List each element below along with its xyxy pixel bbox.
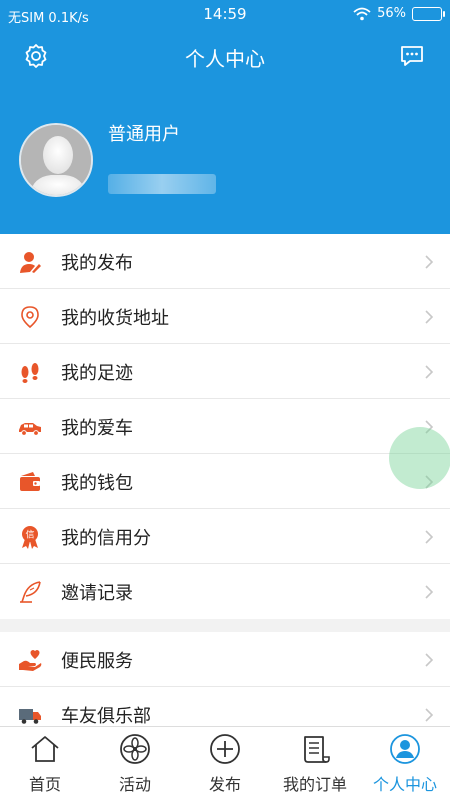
blurred-user-id (108, 174, 216, 194)
menu-item-label: 便民服务 (61, 651, 133, 672)
title-bar: 个人中心 (0, 36, 450, 76)
location-pin-icon (21, 306, 39, 329)
menu-item-label: 我的爱车 (61, 418, 133, 439)
status-right: 56% (353, 6, 445, 21)
credit-badge-char: 信 (25, 529, 34, 541)
credit-badge-icon: 信 (22, 526, 38, 549)
hand-heart-icon (19, 650, 42, 671)
menu-item-shipping-address[interactable]: 我的收货地址 (0, 289, 450, 344)
tab-label: 活动 (118, 775, 151, 794)
battery-percent: 56% (377, 6, 406, 21)
menu-item-convenience-services[interactable]: 便民服务 (0, 632, 450, 687)
wifi-icon (353, 7, 371, 20)
menu-item-label: 我的发布 (61, 253, 133, 274)
tab-publish[interactable]: 发布 (180, 727, 270, 800)
tab-label: 个人中心 (372, 775, 437, 794)
home-icon (31, 736, 59, 762)
avatar[interactable] (19, 123, 93, 197)
menu-item-invite-records[interactable]: 邀请记录 (0, 564, 450, 619)
tab-activities[interactable]: 活动 (90, 727, 180, 800)
truck-icon (19, 709, 41, 724)
user-edit-icon (20, 252, 41, 273)
tab-profile[interactable]: 个人中心 (360, 727, 450, 800)
order-receipt-icon (304, 736, 330, 763)
car-icon (19, 423, 41, 436)
bottom-tab-bar: 首页 活动 发布 我的订单 个人中心 (0, 726, 450, 800)
profile-card[interactable]: 普通用户 (0, 110, 450, 220)
chevron-right-icon (425, 530, 434, 544)
chevron-right-icon (425, 310, 434, 324)
tab-my-orders[interactable]: 我的订单 (270, 727, 360, 800)
menu-list-primary: 我的发布 我的收货地址 我的足迹 我的爱车 我的钱包 信 我的信用分 邀请记录 (0, 234, 450, 619)
tab-home[interactable]: 首页 (0, 727, 90, 800)
message-icon[interactable] (398, 42, 426, 70)
chevron-right-icon (425, 255, 434, 269)
chevron-right-icon (425, 708, 434, 722)
status-bar: 无SIM 0.1K/s 14:59 56% (0, 0, 450, 30)
touch-indicator (389, 427, 450, 489)
menu-item-my-posts[interactable]: 我的发布 (0, 234, 450, 289)
battery-icon (412, 6, 445, 21)
username: 普通用户 (108, 124, 180, 145)
menu-item-credit-score[interactable]: 信 我的信用分 (0, 509, 450, 564)
menu-item-my-car[interactable]: 我的爱车 (0, 399, 450, 454)
menu-item-label: 我的钱包 (61, 473, 133, 494)
person-circle-icon (390, 734, 420, 764)
menu-item-wallet[interactable]: 我的钱包 (0, 454, 450, 509)
tab-label: 首页 (28, 775, 61, 794)
default-avatar-icon (21, 125, 91, 195)
menu-item-label: 我的信用分 (61, 528, 151, 549)
page-title: 个人中心 (185, 47, 265, 71)
tab-label: 我的订单 (282, 775, 347, 794)
quill-icon (20, 581, 41, 603)
menu-item-label: 我的足迹 (61, 363, 133, 384)
menu-item-label: 邀请记录 (61, 583, 133, 604)
chevron-right-icon (425, 653, 434, 667)
tab-label: 发布 (208, 775, 241, 794)
footprints-icon (21, 363, 39, 383)
plus-circle-icon (210, 734, 240, 764)
chevron-right-icon (425, 365, 434, 379)
menu-item-label: 我的收货地址 (61, 308, 169, 329)
menu-item-footprints[interactable]: 我的足迹 (0, 344, 450, 399)
chevron-right-icon (425, 585, 434, 599)
wallet-icon (20, 472, 40, 491)
activity-flower-icon (120, 734, 150, 764)
menu-item-label: 车友俱乐部 (61, 706, 151, 727)
profile-header: 无SIM 0.1K/s 14:59 56% 个人中心 普通用户 (0, 0, 450, 234)
